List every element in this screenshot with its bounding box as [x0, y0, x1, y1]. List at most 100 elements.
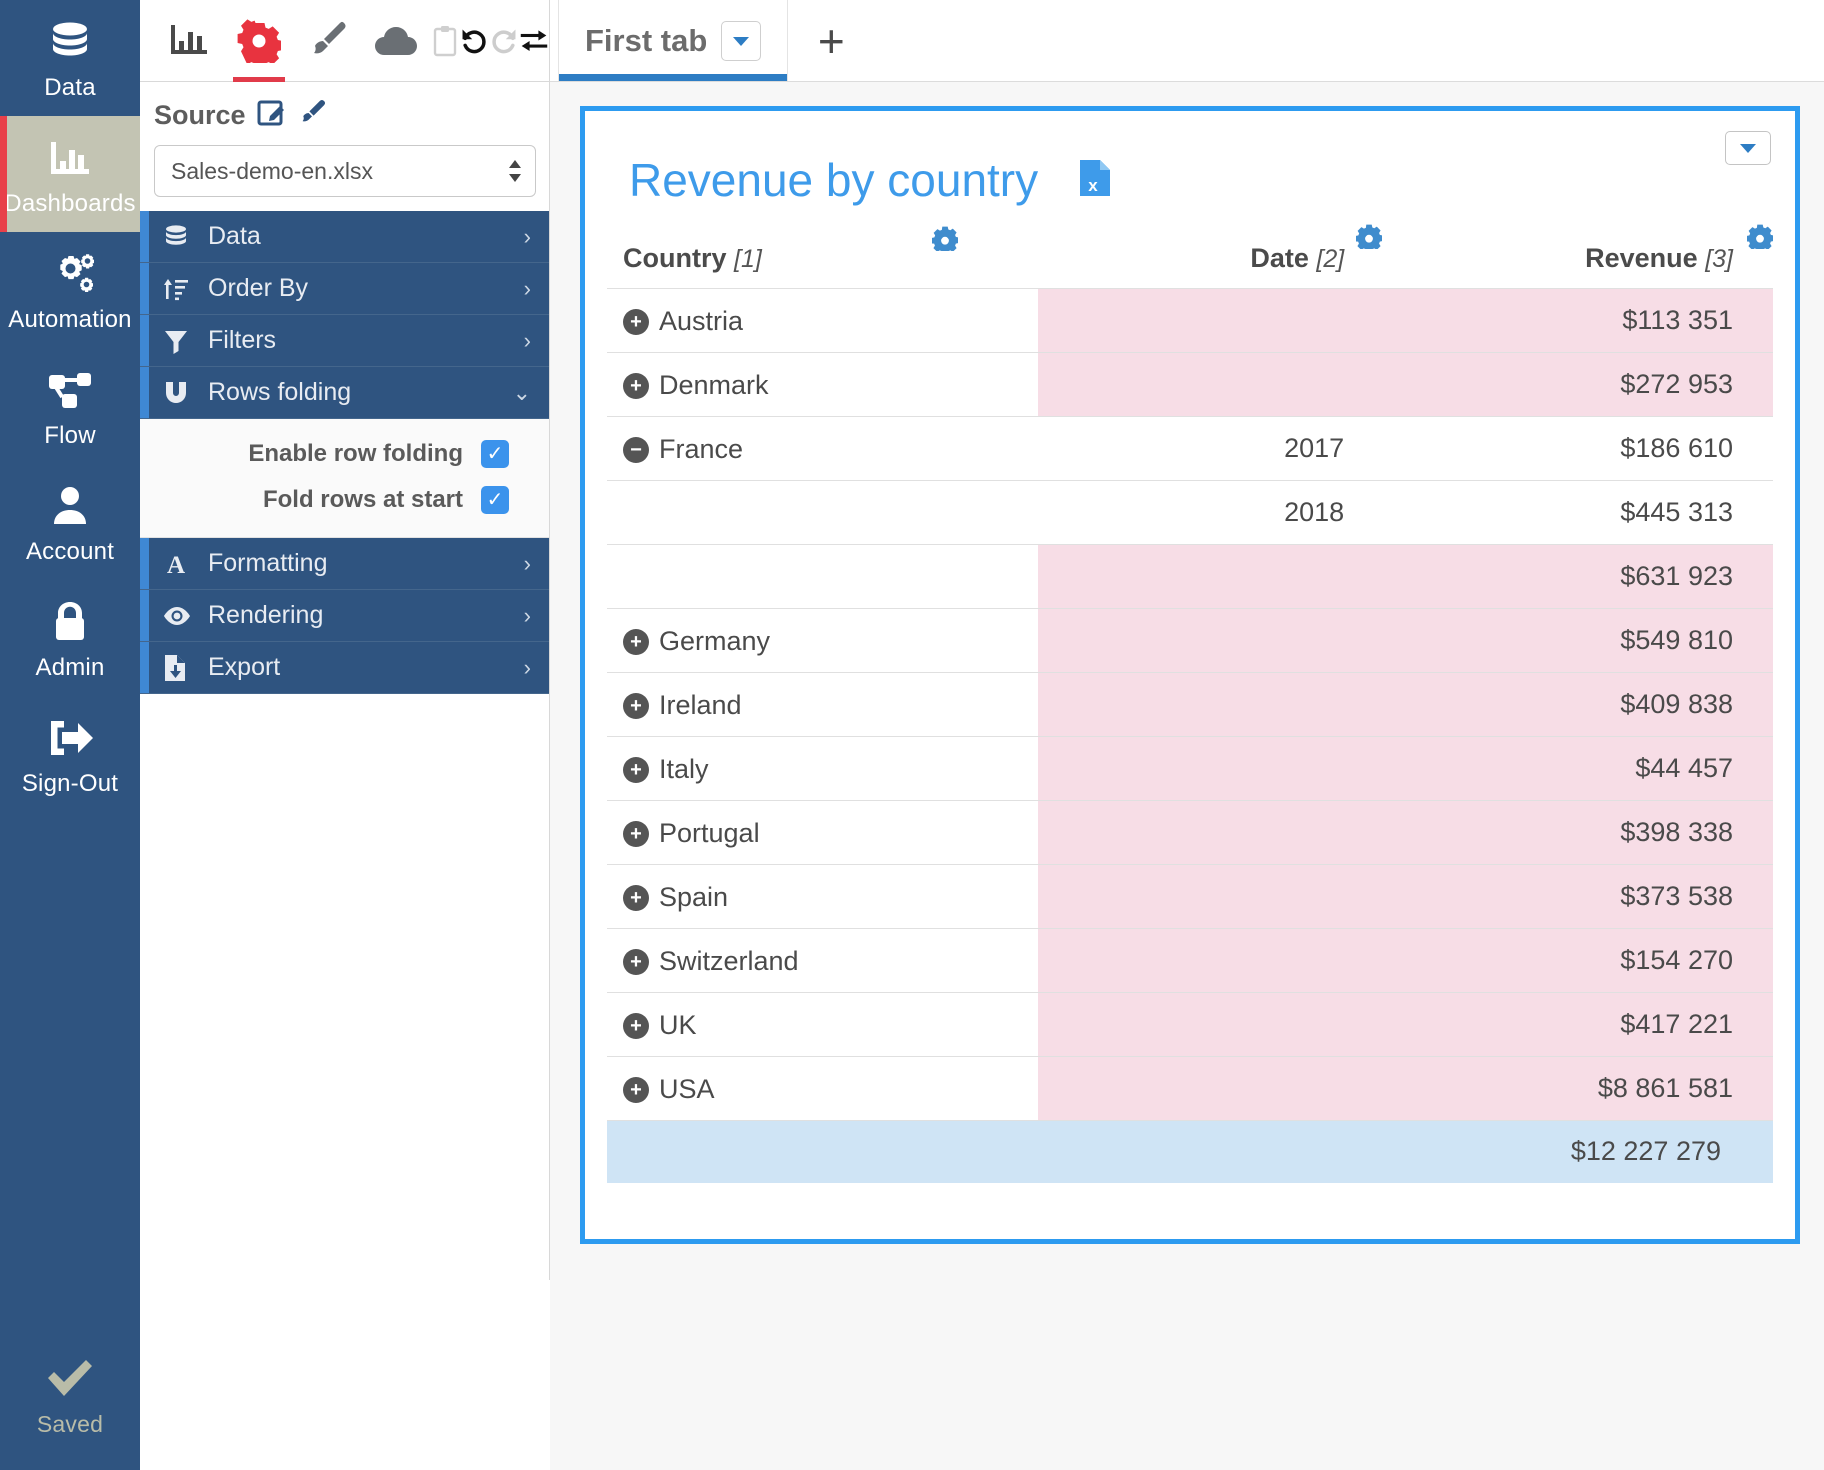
expand-plus-icon[interactable]: + [623, 1076, 649, 1103]
cell-revenue: $8 861 581 [1388, 1056, 1773, 1121]
expand-plus-icon[interactable]: + [623, 756, 649, 783]
cell-country[interactable]: + Portugal [607, 800, 1039, 865]
table-row: + Austria $113 351 [607, 288, 1773, 353]
expand-plus-icon[interactable]: + [623, 1012, 649, 1039]
cell-date [1038, 1056, 1389, 1121]
swap-icon[interactable] [519, 1, 549, 81]
column-header-country[interactable]: Country [1] [607, 217, 1038, 289]
option-enable-row-folding[interactable]: Enable row folding ✓ [140, 431, 549, 477]
cloud-icon[interactable] [362, 1, 431, 81]
cell-revenue: $44 457 [1388, 736, 1773, 801]
tab-first-tab[interactable]: First tab [558, 0, 789, 81]
page-title: Revenue by country [629, 154, 1039, 206]
sidebar-item-account[interactable]: Account [0, 464, 140, 580]
clipboard-icon[interactable] [430, 1, 459, 81]
sidebar-item-dashboards[interactable]: Dashboards [0, 116, 140, 232]
menu-item-order-by[interactable]: Order By › [140, 263, 549, 315]
cell-revenue: $154 270 [1388, 928, 1773, 993]
source-title: Source [154, 100, 246, 130]
table-row: + Italy $44 457 [607, 736, 1773, 801]
cell-country[interactable]: + Switzerland [607, 928, 1039, 993]
paintbrush-icon[interactable] [293, 1, 362, 81]
cell-country[interactable]: + Austria [607, 288, 1039, 353]
cell-country[interactable]: − France [607, 416, 1039, 481]
revenue-table-widget: Revenue by country x Country [1] Date [2… [580, 106, 1800, 1244]
expand-plus-icon[interactable]: + [623, 948, 649, 975]
column-header-label: Country [623, 243, 727, 273]
chart-icon[interactable] [156, 1, 225, 81]
menu-item-rows-folding[interactable]: Rows folding ⌄ [140, 367, 549, 419]
sidebar-item-flow[interactable]: Flow [0, 348, 140, 464]
tab-dropdown-button[interactable] [721, 20, 762, 61]
cell-country[interactable]: + Italy [607, 736, 1039, 801]
chevron-right-icon: › [523, 602, 531, 628]
cell-country[interactable]: + Spain [607, 864, 1039, 929]
expand-plus-icon[interactable]: + [623, 884, 649, 911]
column-header-revenue[interactable]: Revenue [3] [1388, 217, 1774, 289]
fold-rows-at-start-checkbox[interactable]: ✓ [481, 486, 509, 514]
cell-country[interactable]: + Ireland [607, 672, 1039, 737]
menu-item-label: Rendering [208, 601, 324, 629]
sidebar-item-automation[interactable]: Automation [0, 232, 140, 348]
sidebar-item-label: Automation [8, 306, 132, 333]
menu-item-data[interactable]: Data › [140, 211, 549, 263]
expand-plus-icon[interactable]: + [623, 372, 649, 399]
cell-country[interactable]: + Denmark [607, 352, 1039, 417]
cell-revenue: $409 838 [1388, 672, 1773, 737]
source-header: Source [140, 82, 549, 141]
flow-nodes-icon [45, 364, 95, 416]
gear-icon[interactable] [931, 225, 959, 258]
enable-row-folding-checkbox[interactable]: ✓ [481, 440, 509, 468]
total-cell-date [1038, 1120, 1389, 1183]
menu-item-export[interactable]: Export › [140, 642, 549, 694]
source-file-select[interactable]: Sales-demo-en.xlsx [154, 145, 536, 197]
sidebar-item-admin[interactable]: Admin [0, 580, 140, 696]
menu-item-filters[interactable]: Filters › [140, 315, 549, 367]
sidebar-item-data[interactable]: Data [0, 0, 140, 116]
rows-folding-options: Enable row folding ✓ Fold rows at start … [140, 419, 549, 538]
app-root: Data Dashboards Automation Flow Account … [0, 0, 1824, 1470]
expand-plus-icon[interactable]: + [623, 628, 649, 655]
menu-item-label: Export [208, 653, 281, 681]
menu-item-label: Rows folding [208, 378, 352, 406]
cell-country[interactable]: + Germany [607, 608, 1039, 673]
expand-plus-icon[interactable]: + [623, 692, 649, 719]
main-area: First tab + Revenue by country x Country… [550, 0, 1824, 1470]
cell-date [1038, 544, 1389, 609]
cell-date [1038, 352, 1389, 417]
paintbrush-icon[interactable] [298, 99, 328, 132]
menu-item-formatting[interactable]: A Formatting › [140, 538, 549, 590]
table-row: + UK $417 221 [607, 992, 1773, 1057]
menu-item-rendering[interactable]: Rendering › [140, 590, 549, 642]
gear-icon[interactable] [225, 1, 294, 82]
cell-revenue: $113 351 [1388, 288, 1773, 353]
chevron-right-icon: › [523, 550, 531, 576]
sidebar-item-label: Dashboards [4, 190, 136, 217]
column-header-date[interactable]: Date [2] [1038, 217, 1388, 289]
gear-icon[interactable] [1355, 223, 1383, 256]
redo-icon[interactable] [489, 1, 519, 81]
edit-square-icon[interactable] [256, 98, 288, 133]
expand-plus-icon[interactable]: + [623, 308, 649, 335]
sidebar-item-sign-out[interactable]: Sign-Out [0, 696, 140, 812]
collapse-minus-icon[interactable]: − [623, 436, 649, 463]
cell-date [1038, 608, 1389, 673]
widget-menu-button[interactable] [1725, 131, 1771, 165]
sidebar-item-label: Admin [35, 654, 105, 681]
country-label: France [659, 434, 744, 465]
check-icon [44, 1353, 96, 1405]
cell-country[interactable]: + USA [607, 1056, 1039, 1121]
tab-bar: First tab + [550, 0, 1824, 82]
option-fold-rows-at-start[interactable]: Fold rows at start ✓ [140, 477, 549, 523]
cell-country[interactable]: + UK [607, 992, 1039, 1057]
database-icon [46, 16, 94, 68]
file-download-icon [162, 653, 208, 683]
sidebar-item-label: Sign-Out [21, 770, 119, 797]
expand-plus-icon[interactable]: + [623, 820, 649, 847]
undo-icon[interactable] [459, 1, 489, 81]
excel-file-icon[interactable]: x [1078, 158, 1112, 203]
column-index: [1] [734, 245, 762, 273]
add-tab-button[interactable]: + [788, 0, 874, 81]
gear-icon[interactable] [1746, 223, 1774, 256]
